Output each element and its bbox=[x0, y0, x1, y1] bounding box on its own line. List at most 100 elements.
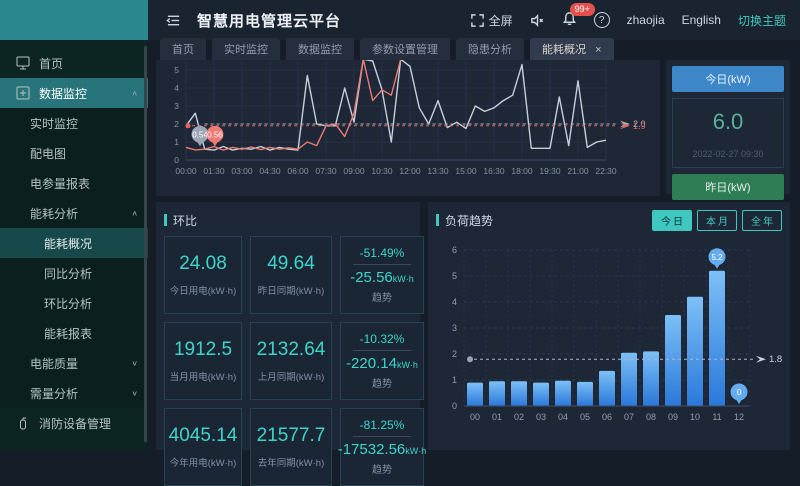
trend-delta: -25.56kW·h bbox=[350, 269, 414, 286]
svg-text:04:30: 04:30 bbox=[259, 166, 281, 176]
svg-text:1: 1 bbox=[452, 375, 457, 385]
range-buttons: 今日 本月 全年 bbox=[652, 210, 782, 231]
sidebar-item-power-quality[interactable]: 电能质量 ∨ bbox=[0, 348, 148, 378]
svg-text:07:30: 07:30 bbox=[315, 166, 337, 176]
svg-text:1: 1 bbox=[174, 137, 179, 147]
fullscreen-icon bbox=[470, 13, 485, 28]
svg-text:11: 11 bbox=[712, 412, 721, 422]
stat-label: 当月用电(kW·h) bbox=[170, 369, 237, 383]
load-trend-chart: 0123456000102030405060708091011121.85.20 bbox=[436, 236, 782, 436]
svg-text:02: 02 bbox=[514, 412, 524, 422]
svg-text:1.8: 1.8 bbox=[769, 354, 782, 365]
trend-label: 趋势 bbox=[372, 375, 392, 390]
notifications-button[interactable]: 99+ bbox=[562, 11, 577, 29]
header: 智慧用电管理云平台 全屏 99+ ? zhaojia English 切换主题 bbox=[148, 0, 800, 40]
svg-text:03: 03 bbox=[536, 412, 546, 422]
svg-text:16:30: 16:30 bbox=[483, 166, 505, 176]
svg-text:6: 6 bbox=[452, 245, 457, 255]
tab-bar: 首页 实时监控 数据监控 参数设置管理 隐患分析 能耗概况 × bbox=[148, 40, 800, 60]
range-button-today[interactable]: 今日 bbox=[652, 210, 692, 231]
sidebar-scrollbar[interactable] bbox=[144, 46, 147, 442]
username[interactable]: zhaojia bbox=[627, 13, 665, 27]
sidebar-item-energy-analysis[interactable]: 能耗分析 ∧ bbox=[0, 198, 148, 228]
mute-icon[interactable] bbox=[530, 13, 545, 28]
stat-grid: 24.08 今日用电(kW·h) 49.64 昨日同期(kW·h) -51.49… bbox=[164, 236, 412, 486]
trend-percent: -10.32% bbox=[353, 332, 410, 351]
stat-card-trend: -51.49% -25.56kW·h 趋势 bbox=[340, 236, 424, 314]
svg-text:0.54: 0.54 bbox=[192, 130, 208, 139]
svg-text:08: 08 bbox=[646, 412, 656, 422]
stat-card-trend: -81.25% -17532.56kW·h 趋势 bbox=[340, 408, 424, 486]
svg-text:5: 5 bbox=[174, 65, 179, 75]
tab-realtime-monitor[interactable]: 实时监控 bbox=[212, 38, 280, 60]
sidebar-item-distribution-map[interactable]: 配电图 bbox=[0, 138, 148, 168]
svg-text:12:00: 12:00 bbox=[399, 166, 421, 176]
yesterday-kw-button[interactable]: 昨日(kW) bbox=[672, 174, 784, 200]
stat-card-current: 4045.14 今年用电(kW·h) bbox=[164, 408, 242, 486]
stat-label: 去年同期(kW·h) bbox=[258, 455, 325, 469]
sidebar-item-parameter-report[interactable]: 电参量报表 bbox=[0, 168, 148, 198]
section-title: 负荷趋势 bbox=[445, 212, 493, 229]
home-icon bbox=[16, 56, 30, 70]
sidebar-item-yoy-analysis[interactable]: 同比分析 bbox=[0, 258, 148, 288]
svg-text:04: 04 bbox=[558, 412, 568, 422]
theme-switch-link[interactable]: 切换主题 bbox=[738, 12, 786, 29]
svg-text:5.2: 5.2 bbox=[711, 253, 723, 262]
stat-value: 24.08 bbox=[179, 253, 227, 275]
tab-energy-overview[interactable]: 能耗概况 × bbox=[530, 38, 614, 60]
range-button-month[interactable]: 本月 bbox=[697, 210, 737, 231]
tab-data-monitor[interactable]: 数据监控 bbox=[286, 38, 354, 60]
main-content: 00:0001:3003:0004:3006:0007:3009:0010:30… bbox=[148, 60, 800, 450]
help-icon[interactable]: ? bbox=[594, 12, 610, 28]
tab-hazard-analysis[interactable]: 隐患分析 bbox=[456, 38, 524, 60]
svg-text:13:30: 13:30 bbox=[427, 166, 449, 176]
svg-text:4: 4 bbox=[452, 297, 457, 307]
svg-text:01:30: 01:30 bbox=[203, 166, 225, 176]
sidebar-item-home[interactable]: 首页 bbox=[0, 48, 148, 78]
stat-value: 49.64 bbox=[267, 253, 315, 275]
range-button-year[interactable]: 全年 bbox=[742, 210, 782, 231]
app-title: 智慧用电管理云平台 bbox=[197, 10, 341, 31]
stat-value: 4045.14 bbox=[169, 425, 238, 447]
trend-percent: -51.49% bbox=[353, 246, 410, 265]
tab-close-icon[interactable]: × bbox=[595, 44, 601, 56]
tab-parameter-settings[interactable]: 参数设置管理 bbox=[360, 38, 450, 60]
language-switch[interactable]: English bbox=[682, 13, 721, 27]
stat-card-trend: -10.32% -220.14kW·h 趋势 bbox=[340, 322, 424, 400]
svg-text:09: 09 bbox=[668, 412, 678, 422]
svg-text:00:00: 00:00 bbox=[175, 166, 197, 176]
chevron-up-icon: ∧ bbox=[131, 209, 138, 218]
trend-label: 趋势 bbox=[372, 461, 392, 476]
section-title: 环比 bbox=[173, 212, 197, 229]
load-trend-panel: 负荷趋势 今日 本月 全年 01234560001020304050607080… bbox=[428, 202, 790, 450]
sidebar-item-mom-analysis[interactable]: 环比分析 bbox=[0, 288, 148, 318]
svg-text:3: 3 bbox=[174, 101, 179, 111]
svg-text:21:00: 21:00 bbox=[567, 166, 589, 176]
menu-fold-icon[interactable] bbox=[166, 13, 181, 28]
stat-card-current: 1912.5 当月用电(kW·h) bbox=[164, 322, 242, 400]
svg-text:09:00: 09:00 bbox=[343, 166, 365, 176]
sidebar-item-demand-analysis[interactable]: 需量分析 ∨ bbox=[0, 378, 148, 408]
svg-text:00: 00 bbox=[470, 412, 480, 422]
svg-text:10:30: 10:30 bbox=[371, 166, 393, 176]
svg-text:06:00: 06:00 bbox=[287, 166, 309, 176]
notification-badge: 99+ bbox=[570, 3, 595, 16]
today-kw-button[interactable]: 今日(kW) bbox=[672, 66, 784, 92]
fullscreen-button[interactable]: 全屏 bbox=[470, 12, 513, 29]
svg-text:0: 0 bbox=[737, 388, 742, 397]
section-accent-bar bbox=[436, 214, 439, 226]
svg-text:2: 2 bbox=[452, 349, 457, 359]
sidebar-item-realtime-monitor[interactable]: 实时监控 bbox=[0, 108, 148, 138]
sidebar-item-data-monitor[interactable]: 数据监控 ∧ bbox=[0, 78, 148, 108]
svg-text:15:00: 15:00 bbox=[455, 166, 477, 176]
tab-home[interactable]: 首页 bbox=[160, 38, 206, 60]
sidebar-item-energy-overview[interactable]: 能耗概况 bbox=[0, 228, 148, 258]
data-monitor-icon bbox=[16, 86, 30, 100]
sidebar-item-fire-equipment[interactable]: 消防设备管理 bbox=[0, 408, 148, 438]
svg-text:10: 10 bbox=[690, 412, 700, 422]
today-value-box: 6.0 2022-02-27 09:30 bbox=[672, 98, 784, 168]
sidebar-item-energy-report[interactable]: 能耗报表 bbox=[0, 318, 148, 348]
svg-text:01: 01 bbox=[492, 412, 502, 422]
fire-extinguisher-icon bbox=[16, 416, 30, 430]
svg-text:0: 0 bbox=[174, 155, 179, 165]
